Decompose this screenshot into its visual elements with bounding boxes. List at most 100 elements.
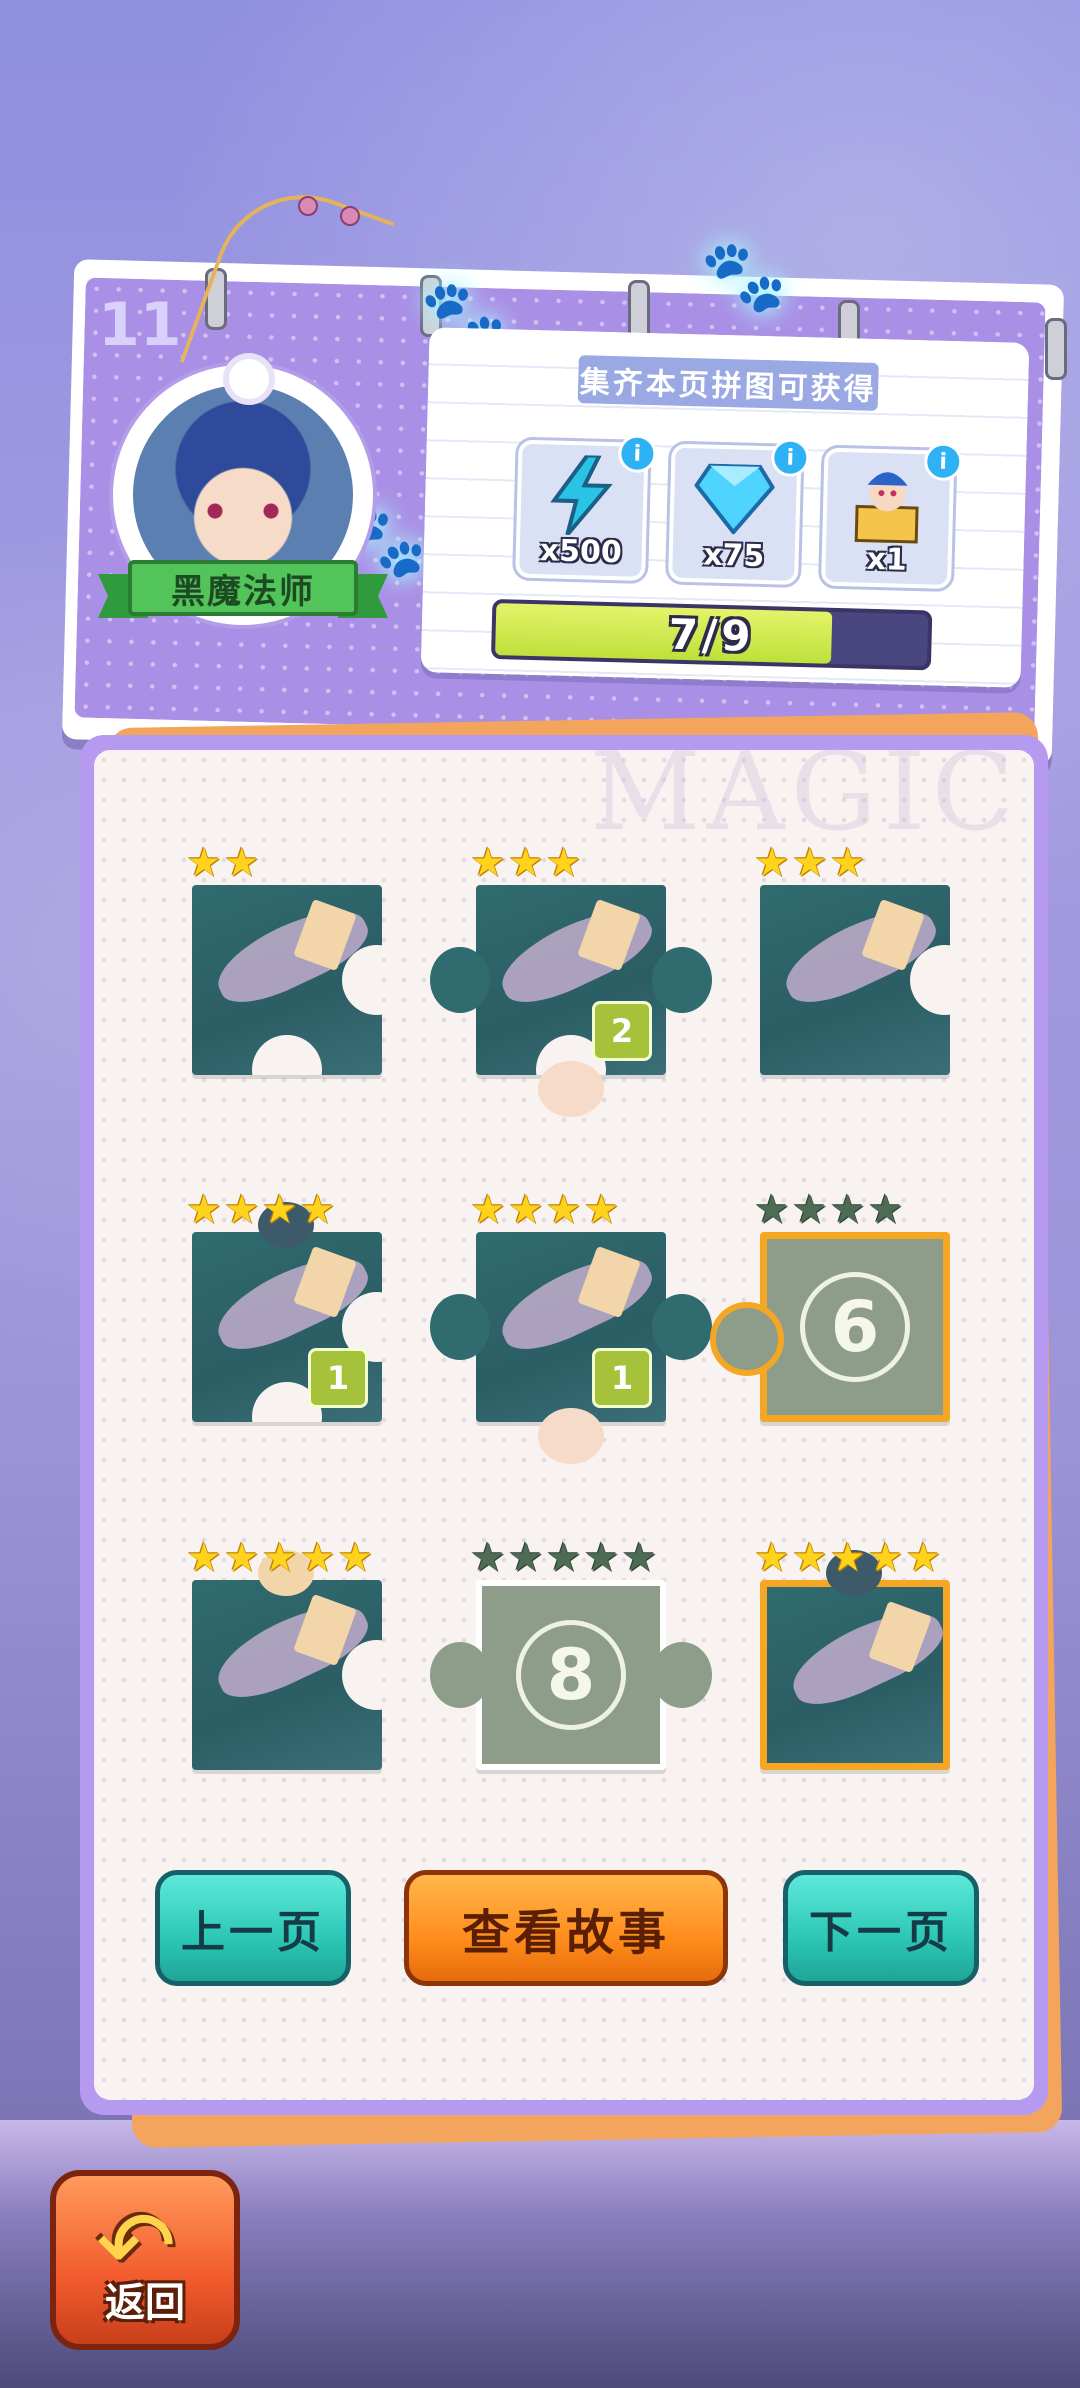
piece-number: 8 [516, 1620, 626, 1730]
star-rating: ★ ★ [186, 843, 260, 883]
puzzle-piece-6[interactable]: ★ ★ ★ ★ 6 [710, 1190, 950, 1422]
piece-tab [430, 1642, 490, 1708]
star-filled-icon: ★ [470, 840, 506, 886]
bead-icon [298, 196, 318, 216]
back-button[interactable]: ↶ 返回 [50, 2170, 240, 2350]
star-filled-icon: ★ [867, 1535, 904, 1581]
info-icon[interactable]: i [923, 442, 963, 482]
star-rating: ★ ★ ★ ★ [186, 1190, 335, 1230]
collection-progress-bar: 7/9 [490, 598, 933, 671]
puzzle-image [760, 885, 950, 1075]
reward-item-energy[interactable]: x500 i [515, 434, 657, 581]
star-rating: ★ ★ ★ ★ [754, 1190, 903, 1230]
lightning-icon [540, 454, 622, 537]
piece-tab [430, 947, 490, 1013]
star-filled-icon: ★ [299, 1535, 336, 1581]
star-filled-icon: ★ [223, 1535, 260, 1581]
prev-page-button[interactable]: 上一页 [155, 1870, 351, 1986]
puzzle-image [192, 1580, 382, 1770]
puzzle-piece-2[interactable]: ★ ★ ★ 2 [430, 843, 712, 1117]
star-filled-icon: ★ [583, 1187, 620, 1233]
puzzle-piece-3[interactable]: ★ ★ ★ [754, 843, 950, 1075]
star-rating: ★ ★ ★ [470, 843, 582, 883]
star-filled-icon: ★ [507, 1187, 544, 1233]
jester-gift-icon [846, 462, 928, 544]
star-filled-icon: ★ [337, 1535, 374, 1581]
star-filled-icon: ★ [791, 840, 828, 886]
star-filled-icon: ★ [545, 1187, 582, 1233]
puzzle-piece-8[interactable]: ★ ★ ★ ★ ★ 8 [430, 1538, 712, 1770]
star-filled-icon: ★ [754, 1535, 790, 1581]
star-filled-icon: ★ [545, 840, 582, 886]
piece-notch [252, 1035, 322, 1075]
character-eyes [203, 503, 283, 519]
star-empty-icon: ★ [583, 1535, 620, 1581]
star-filled-icon: ★ [186, 1535, 222, 1581]
next-page-button[interactable]: 下一页 [783, 1870, 979, 1986]
magic-watermark: MAGIC [590, 730, 1021, 855]
character-name: 黑魔法师 [128, 560, 358, 616]
star-empty-icon: ★ [470, 1535, 506, 1581]
puzzle-piece-5[interactable]: ★ ★ ★ ★ 1 [430, 1190, 712, 1464]
reward-item-jester-box[interactable]: x1 i [820, 442, 963, 589]
piece-tab [538, 1061, 604, 1117]
star-empty-icon: ★ [621, 1535, 658, 1581]
puzzle-piece-4[interactable]: ★ ★ ★ ★ 1 [186, 1190, 382, 1422]
back-label: 返回 [105, 2280, 185, 2326]
piece-count-badge: 1 [308, 1348, 368, 1408]
star-empty-icon: ★ [867, 1187, 904, 1233]
puzzle-piece-7[interactable]: ★ ★ ★ ★ ★ [186, 1538, 382, 1770]
puzzle-image [192, 885, 382, 1075]
star-empty-icon: ★ [791, 1187, 828, 1233]
star-rating: ★ ★ ★ ★ ★ [186, 1538, 373, 1578]
view-story-button[interactable]: 查看故事 [404, 1870, 728, 1986]
star-empty-icon: ★ [829, 1187, 866, 1233]
star-filled-icon: ★ [905, 1535, 942, 1581]
piece-count-badge: 1 [592, 1348, 652, 1408]
name-ribbon: 黑魔法师 [98, 560, 388, 624]
star-filled-icon: ★ [829, 1535, 866, 1581]
reward-count: x75 [702, 537, 765, 575]
reward-card: 集齐本页拼图可获得 x500 i x75 i x1 i 7/9 [420, 327, 1030, 688]
star-filled-icon: ★ [754, 840, 790, 886]
star-rating: ★ ★ ★ ★ ★ [470, 1538, 657, 1578]
diamond-icon [693, 458, 776, 540]
star-filled-icon: ★ [223, 840, 260, 886]
piece-tab [652, 1642, 712, 1708]
piece-count-badge: 2 [592, 1001, 652, 1061]
star-filled-icon: ★ [261, 1535, 298, 1581]
star-filled-icon: ★ [829, 840, 866, 886]
reward-count: x500 [539, 533, 623, 571]
star-filled-icon: ★ [261, 1187, 298, 1233]
puzzle-piece-1[interactable]: ★ ★ [186, 843, 382, 1075]
info-icon[interactable]: i [770, 438, 810, 478]
piece-tab [538, 1408, 604, 1464]
character-badge[interactable]: 黑魔法师 [88, 353, 398, 645]
star-empty-icon: ★ [754, 1187, 790, 1233]
reward-count: x1 [866, 541, 908, 578]
page-number: 11 [98, 290, 182, 360]
puzzle-piece-9[interactable]: ★ ★ ★ ★ ★ [754, 1538, 950, 1770]
star-rating: ★ ★ ★ ★ [470, 1190, 619, 1230]
progress-text: 7/9 [668, 609, 756, 661]
star-filled-icon: ★ [223, 1187, 260, 1233]
paw-print-icon: 🐾 [700, 235, 788, 317]
star-filled-icon: ★ [470, 1187, 506, 1233]
reward-item-diamond[interactable]: x75 i [668, 438, 810, 585]
star-filled-icon: ★ [299, 1187, 336, 1233]
puzzle-image [760, 1580, 950, 1770]
badge-hole [223, 353, 275, 405]
piece-tab [430, 1294, 490, 1360]
piece-tab [710, 1302, 784, 1376]
star-filled-icon: ★ [186, 1187, 222, 1233]
star-filled-icon: ★ [791, 1535, 828, 1581]
info-icon[interactable]: i [617, 434, 657, 474]
star-empty-icon: ★ [507, 1535, 544, 1581]
star-rating: ★ ★ ★ [754, 843, 866, 883]
star-empty-icon: ★ [545, 1535, 582, 1581]
bead-icon [340, 206, 360, 226]
star-filled-icon: ★ [186, 840, 222, 886]
star-filled-icon: ★ [507, 840, 544, 886]
piece-number: 6 [800, 1272, 910, 1382]
star-rating: ★ ★ ★ ★ ★ [754, 1538, 941, 1578]
